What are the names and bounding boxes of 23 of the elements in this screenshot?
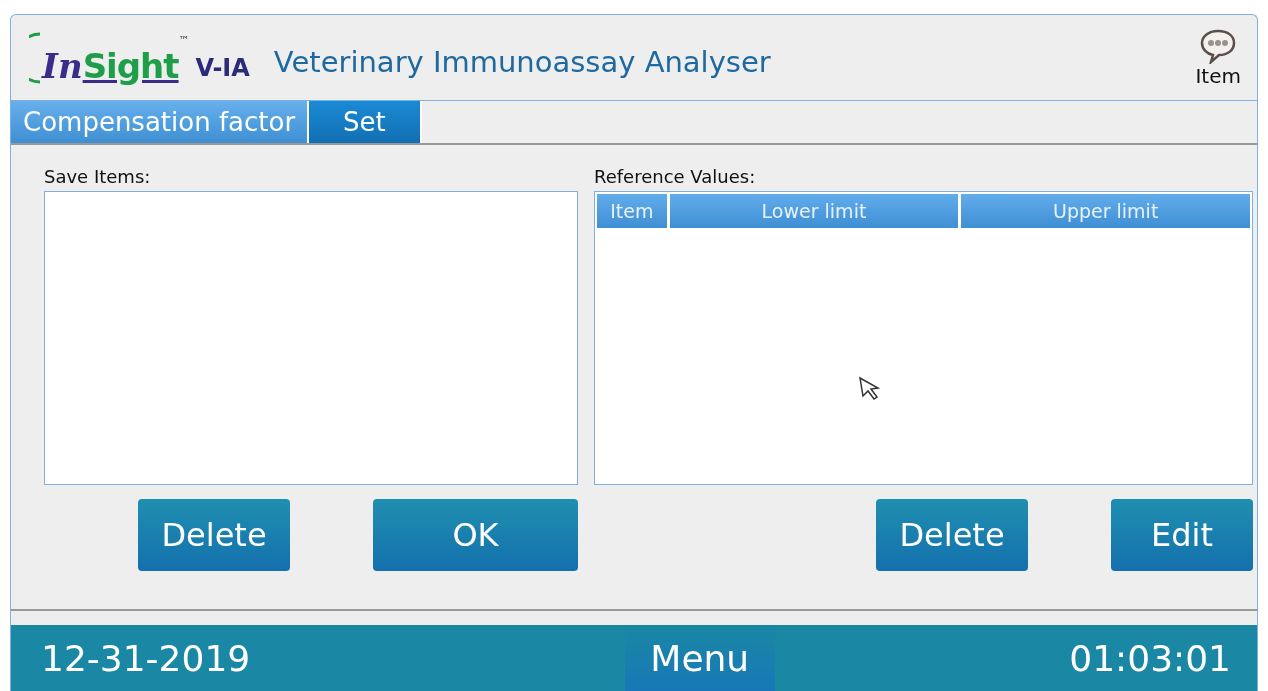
column-header: Upper limit <box>961 194 1250 228</box>
section-label: Save Items: <box>44 164 152 189</box>
tab[interactable]: Set <box>309 101 422 143</box>
column-header: Item <box>597 194 667 228</box>
time-text: 01:03:01 <box>1069 637 1231 679</box>
logo-text: In <box>42 44 83 88</box>
section-label: Reference Values: <box>594 164 757 189</box>
app-title: Veterinary Immunoassay Analyser <box>273 43 772 79</box>
date-text: 12-31-2019 <box>41 637 251 679</box>
save-items-list[interactable] <box>44 191 578 485</box>
model-name: V-IA <box>195 52 250 84</box>
trademark-mark: ™ <box>178 33 190 47</box>
action-button[interactable]: OK <box>373 499 578 571</box>
action-button[interactable]: Edit <box>1111 499 1253 571</box>
mouse-pointer-icon <box>858 376 882 400</box>
logo-text: Sight <box>82 44 179 88</box>
action-button[interactable]: Delete <box>876 499 1028 571</box>
arc-icon <box>29 31 41 84</box>
item-button[interactable]: Item <box>1195 27 1241 88</box>
action-button[interactable]: Delete <box>138 499 290 571</box>
tab[interactable]: Compensation factor <box>11 101 310 143</box>
chat-bubble-icon <box>1199 27 1238 64</box>
column-header: Lower limit <box>669 194 959 228</box>
